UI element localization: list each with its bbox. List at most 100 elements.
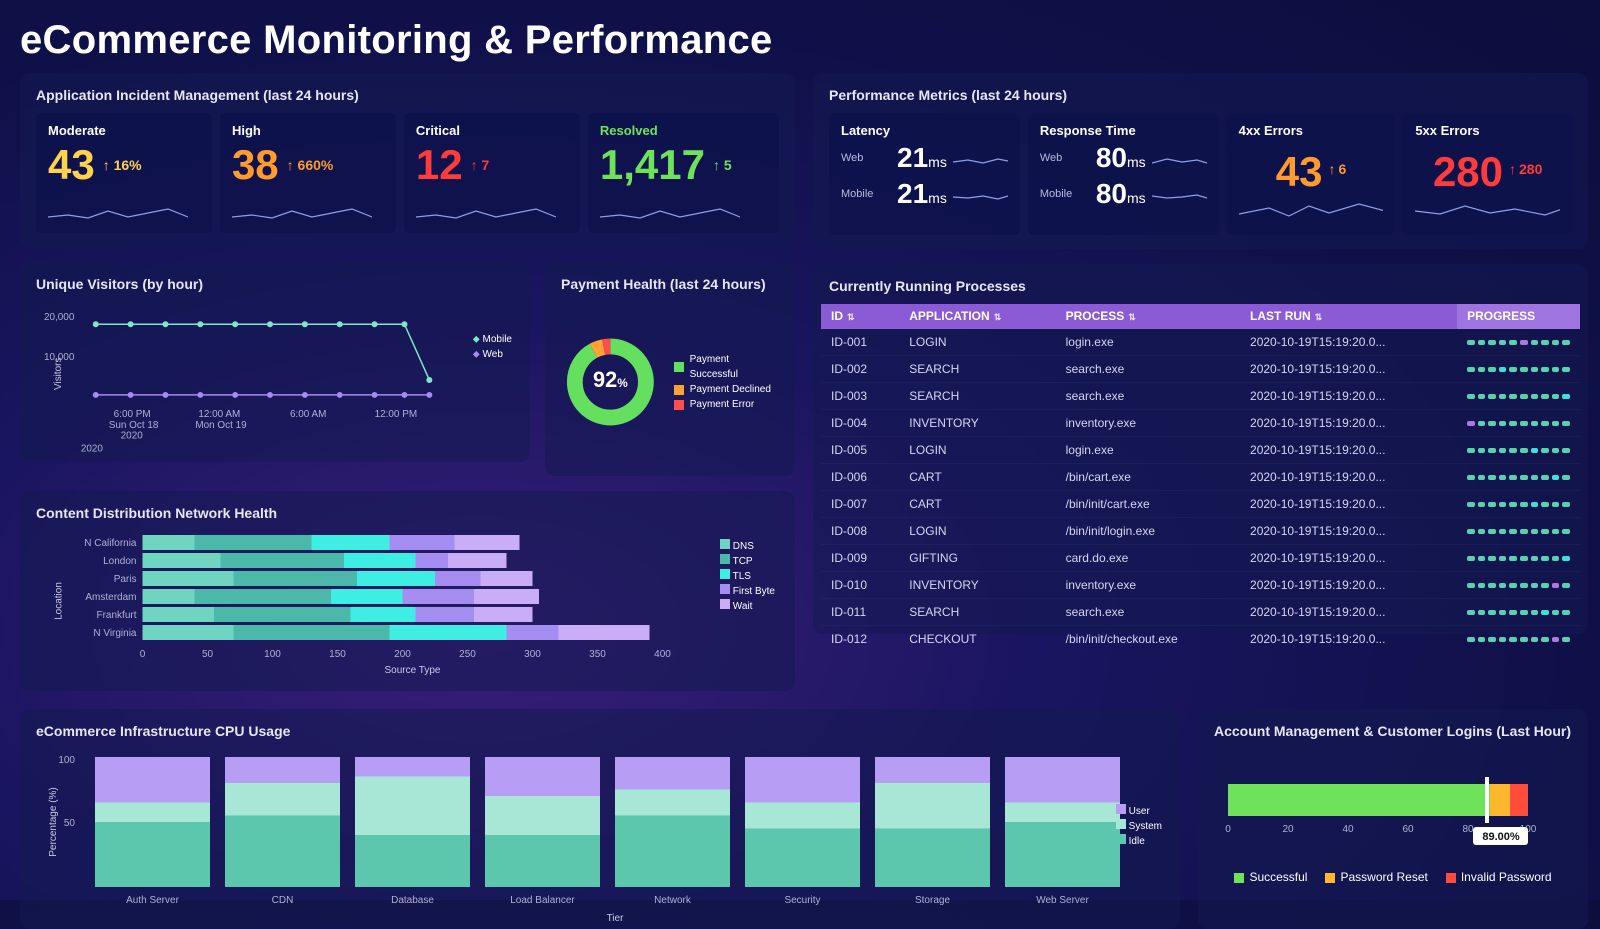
cpu-bar-seg[interactable]	[95, 757, 210, 803]
table-row[interactable]: ID-003 SEARCH search.exe 2020-10-19T15:1…	[821, 383, 1580, 410]
cpu-bar-seg[interactable]	[615, 757, 730, 790]
cpu-bar-seg[interactable]	[95, 803, 210, 823]
cdn-bar-seg[interactable]	[195, 589, 332, 604]
cpu-bar-seg[interactable]	[875, 783, 990, 829]
table-row[interactable]: ID-009 GIFTING card.do.exe 2020-10-19T15…	[821, 545, 1580, 572]
cdn-bar-seg[interactable]	[221, 553, 345, 568]
table-row[interactable]: ID-004 INVENTORY inventory.exe 2020-10-1…	[821, 410, 1580, 437]
cdn-bar-seg[interactable]	[143, 607, 215, 622]
table-row[interactable]: ID-006 CART /bin/cart.exe 2020-10-19T15:…	[821, 464, 1580, 491]
cdn-bar-seg[interactable]	[474, 589, 539, 604]
cpu-bar-seg[interactable]	[745, 829, 860, 888]
cdn-bar-seg[interactable]	[351, 607, 416, 622]
visitors-footer: 2020	[81, 444, 104, 452]
incident-label: Resolved	[600, 123, 767, 138]
cpu-bar-seg[interactable]	[745, 757, 860, 803]
cpu-bar-seg[interactable]	[355, 757, 470, 777]
cpu-bar-seg[interactable]	[875, 757, 990, 783]
cdn-bar-seg[interactable]	[481, 571, 533, 586]
cell-last: 2020-10-19T15:19:20.0...	[1240, 518, 1457, 545]
cdn-bar-seg[interactable]	[474, 607, 533, 622]
cdn-bar-seg[interactable]	[143, 589, 195, 604]
col-application[interactable]: APPLICATION⇅	[899, 304, 1055, 329]
err5-value: 280	[1433, 148, 1503, 196]
cdn-bar-seg[interactable]	[559, 625, 650, 640]
table-row[interactable]: ID-002 SEARCH search.exe 2020-10-19T15:1…	[821, 356, 1580, 383]
cpu-bar-seg[interactable]	[355, 777, 470, 836]
cdn-bar-seg[interactable]	[357, 571, 435, 586]
err4-label: 4xx Errors	[1239, 123, 1384, 138]
cpu-title: eCommerce Infrastructure CPU Usage	[36, 723, 1164, 739]
cdn-bar-seg[interactable]	[416, 553, 449, 568]
col-last-run[interactable]: LAST RUN⇅	[1240, 304, 1457, 329]
payment-donut[interactable]: 92%	[561, 332, 660, 432]
cdn-bar-seg[interactable]	[143, 535, 195, 550]
cdn-bar-seg[interactable]	[331, 589, 403, 604]
cdn-bar-seg[interactable]	[214, 607, 351, 622]
svg-text:Sun Oct 18: Sun Oct 18	[109, 420, 159, 431]
cdn-bar-seg[interactable]	[435, 571, 481, 586]
col-id[interactable]: ID⇅	[821, 304, 899, 329]
cpu-bar-seg[interactable]	[225, 783, 340, 816]
cdn-bar-seg[interactable]	[312, 535, 390, 550]
cdn-category: Paris	[114, 574, 137, 585]
cpu-chart[interactable]: 10050Auth ServerCDNDatabaseLoad Balancer…	[36, 749, 1164, 924]
table-row[interactable]: ID-012 CHECKOUT /bin/init/checkout.exe 2…	[821, 626, 1580, 653]
cdn-bar-seg[interactable]	[143, 625, 234, 640]
cdn-bar-seg[interactable]	[416, 607, 475, 622]
cell-last: 2020-10-19T15:19:20.0...	[1240, 464, 1457, 491]
table-row[interactable]: ID-007 CART /bin/init/cart.exe 2020-10-1…	[821, 491, 1580, 518]
cpu-bar-seg[interactable]	[1005, 803, 1120, 823]
cpu-bar-seg[interactable]	[1005, 757, 1120, 803]
cpu-bar-seg[interactable]	[485, 796, 600, 835]
table-row[interactable]: ID-010 INVENTORY inventory.exe 2020-10-1…	[821, 572, 1580, 599]
cdn-bar-seg[interactable]	[234, 625, 390, 640]
table-row[interactable]: ID-001 LOGIN login.exe 2020-10-19T15:19:…	[821, 329, 1580, 356]
login-chart[interactable]: 020406080100 89.00%	[1214, 749, 1572, 859]
col-progress[interactable]: PROGRESS	[1457, 304, 1580, 329]
cdn-bar-seg[interactable]	[448, 553, 507, 568]
cpu-ytick: 100	[58, 755, 75, 766]
cpu-bar-seg[interactable]	[615, 790, 730, 816]
cpu-bar-seg[interactable]	[225, 816, 340, 888]
cell-app: INVENTORY	[899, 572, 1055, 599]
cell-id: ID-002	[821, 356, 899, 383]
cell-proc: login.exe	[1056, 437, 1240, 464]
processes-table: ID⇅APPLICATION⇅PROCESS⇅LAST RUN⇅PROGRESS…	[821, 304, 1580, 652]
col-process[interactable]: PROCESS⇅	[1056, 304, 1240, 329]
cell-progress	[1457, 410, 1580, 437]
cdn-bar-seg[interactable]	[390, 535, 455, 550]
cpu-ylabel: Percentage (%)	[48, 787, 59, 856]
cpu-bar-seg[interactable]	[485, 757, 600, 796]
cdn-bar-seg[interactable]	[390, 625, 507, 640]
table-row[interactable]: ID-005 LOGIN login.exe 2020-10-19T15:19:…	[821, 437, 1580, 464]
cdn-bar-seg[interactable]	[455, 535, 520, 550]
table-row[interactable]: ID-011 SEARCH search.exe 2020-10-19T15:1…	[821, 599, 1580, 626]
cpu-category: CDN	[272, 895, 294, 906]
cpu-bar-seg[interactable]	[355, 835, 470, 887]
cdn-title: Content Distribution Network Health	[36, 505, 779, 521]
cdn-chart[interactable]: N CaliforniaLondonParisAmsterdamFrankfur…	[36, 531, 779, 686]
table-row[interactable]: ID-008 LOGIN /bin/init/login.exe 2020-10…	[821, 518, 1580, 545]
cpu-bar-seg[interactable]	[875, 829, 990, 888]
cdn-bar-seg[interactable]	[143, 553, 221, 568]
cdn-category: N California	[84, 538, 137, 549]
cpu-bar-seg[interactable]	[1005, 822, 1120, 887]
cdn-bar-seg[interactable]	[195, 535, 312, 550]
cell-progress	[1457, 572, 1580, 599]
cdn-bar-seg[interactable]	[403, 589, 475, 604]
visitors-chart[interactable]: 20,000 10,000 Visitors 6:00 PM Sun Oct 1…	[36, 302, 514, 452]
cdn-bar-seg[interactable]	[143, 571, 234, 586]
payment-panel: Payment Health (last 24 hours) 92% Payme…	[545, 262, 795, 476]
cpu-bar-seg[interactable]	[615, 816, 730, 888]
incident-delta: ↑ 660%	[287, 157, 334, 173]
cdn-xtick: 100	[264, 649, 281, 660]
cpu-bar-seg[interactable]	[745, 803, 860, 829]
cdn-bar-seg[interactable]	[344, 553, 416, 568]
cdn-bar-seg[interactable]	[234, 571, 358, 586]
cdn-bar-seg[interactable]	[507, 625, 559, 640]
cpu-bar-seg[interactable]	[95, 822, 210, 887]
cpu-bar-seg[interactable]	[225, 757, 340, 783]
cpu-bar-seg[interactable]	[485, 835, 600, 887]
cell-id: ID-005	[821, 437, 899, 464]
